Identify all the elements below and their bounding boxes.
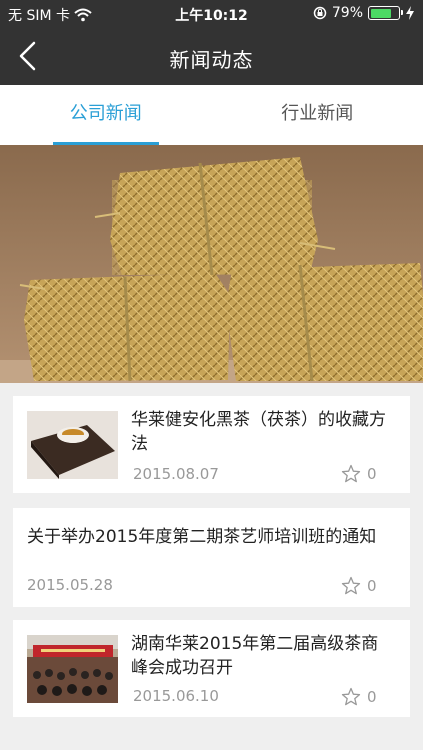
- summit-photo-thumbnail: [27, 635, 118, 703]
- charging-bolt-icon: [406, 6, 414, 20]
- star-icon[interactable]: [341, 687, 361, 707]
- news-thumbnail: [27, 635, 118, 703]
- page-title: 新闻动态: [169, 48, 254, 72]
- battery-fill: [370, 8, 392, 18]
- tea-brick-thumbnail: [27, 411, 118, 479]
- news-tabs: 公司新闻 行业新闻: [0, 85, 423, 145]
- news-date: 2015.06.10: [133, 687, 219, 705]
- status-bar: 无 SIM 卡 上午10:12 79%: [0, 0, 423, 28]
- favorite-count: 0: [367, 688, 377, 706]
- battery-icon: [368, 6, 403, 20]
- battery-percent: 79%: [331, 5, 363, 21]
- news-card[interactable]: 关于举办2015年度第二期茶艺师培训班的通知 2015.05.28 0: [13, 508, 410, 607]
- status-right: 79%: [313, 5, 415, 21]
- rotation-lock-icon: [313, 6, 327, 20]
- tab-industry-news[interactable]: 行业新闻: [212, 85, 423, 145]
- news-date: 2015.08.07: [133, 465, 219, 483]
- news-title: 湖南华莱2015年第二届高级茶商峰会成功召开: [131, 634, 379, 678]
- tab-industry-news-label: 行业新闻: [281, 103, 354, 124]
- news-card[interactable]: 华莱健安化黑茶（茯茶）的收藏方法 2015.08.07 0: [13, 396, 410, 493]
- news-title: 关于举办2015年度第二期茶艺师培训班的通知: [27, 527, 377, 547]
- favorite-count: 0: [367, 465, 377, 483]
- navigation-bar: 新闻动态: [0, 28, 423, 85]
- news-date: 2015.05.28: [27, 576, 113, 594]
- tea-baskets-photo: [0, 145, 423, 383]
- news-card[interactable]: 湖南华莱2015年第二届高级茶商峰会成功召开 2015.06.10 0: [13, 620, 410, 717]
- top-bar: 无 SIM 卡 上午10:12 79% 新闻动态: [0, 0, 423, 85]
- tab-company-news[interactable]: 公司新闻: [0, 85, 212, 145]
- news-title: 华莱健安化黑茶（茯茶）的收藏方法: [131, 410, 386, 454]
- news-thumbnail: [27, 411, 118, 479]
- star-icon[interactable]: [341, 576, 361, 596]
- favorite-count: 0: [367, 577, 377, 595]
- star-icon[interactable]: [341, 464, 361, 484]
- tab-company-news-label: 公司新闻: [69, 103, 142, 124]
- banner-image[interactable]: [0, 145, 423, 383]
